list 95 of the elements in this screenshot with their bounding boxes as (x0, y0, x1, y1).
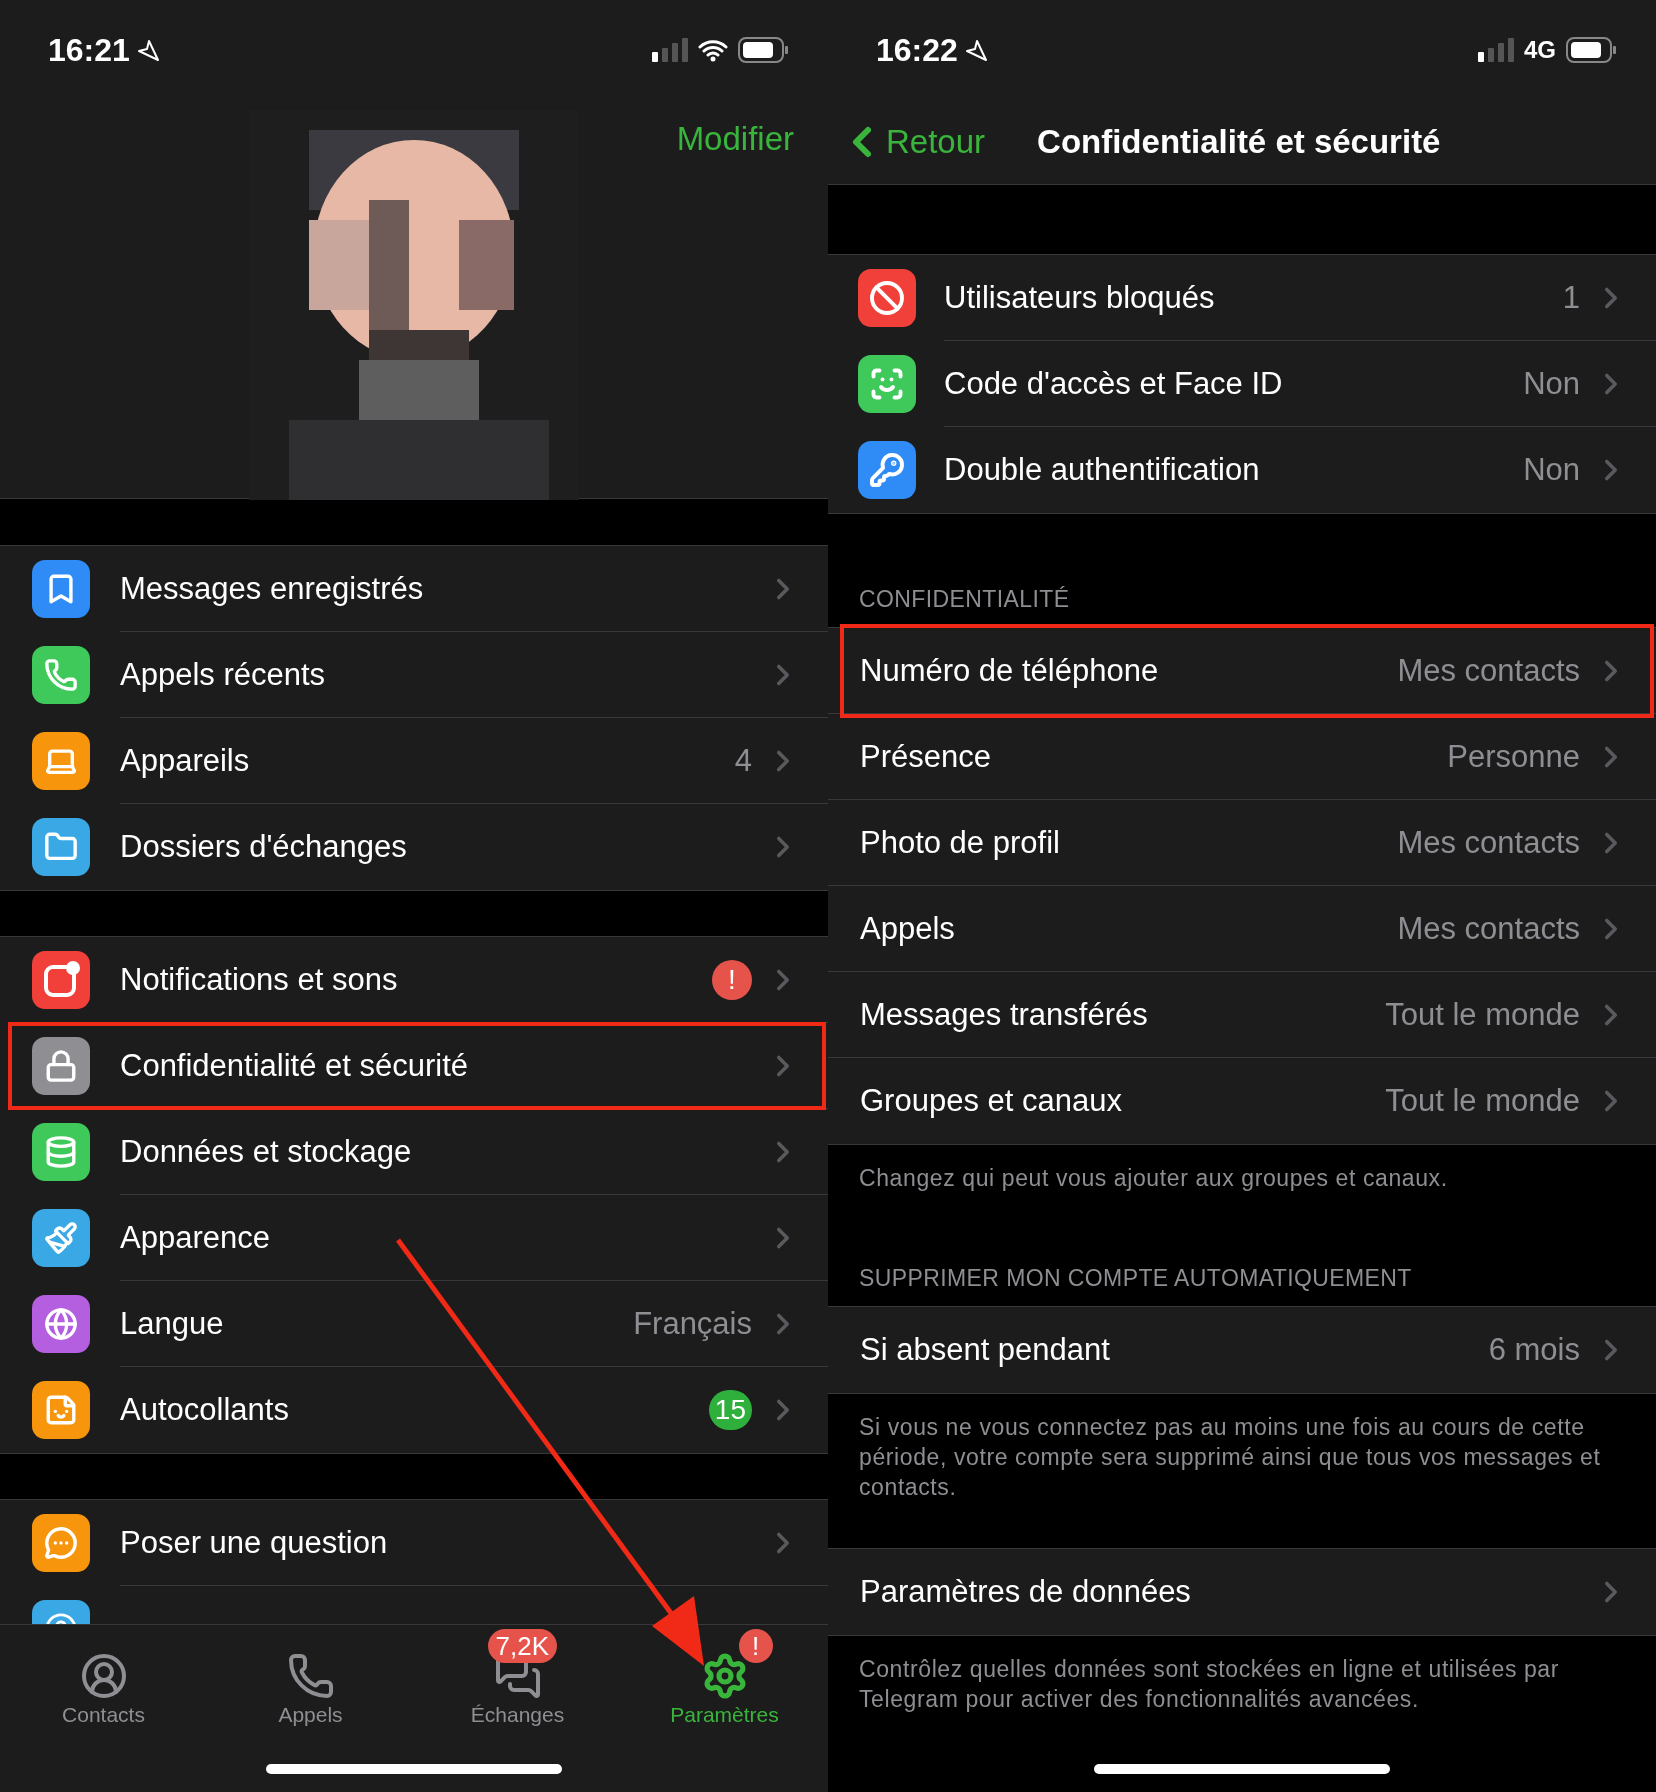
signal-icon (652, 38, 688, 62)
settings-item[interactable]: Utilisateurs bloqués 1 (828, 255, 1656, 341)
edit-button[interactable]: Modifier (676, 120, 794, 158)
person-icon (79, 1652, 128, 1700)
settings-item[interactable]: Messages transférés Tout le monde (828, 972, 1656, 1058)
item-value: Personne (1447, 738, 1580, 775)
item-value: 6 mois (1488, 1332, 1580, 1368)
item-value: Tout le monde (1385, 996, 1580, 1033)
settings-item[interactable]: Apparence (0, 1195, 828, 1281)
item-label: Paramètres de données (860, 1574, 1192, 1610)
item-label: Utilisateurs bloqués (944, 279, 1216, 316)
item-value: Non (1523, 452, 1580, 488)
item-label: Apparence (120, 1219, 271, 1256)
item-label: Si absent pendant (860, 1332, 1111, 1368)
settings-item[interactable]: Appareils 4 (0, 718, 828, 804)
item-label: Données et stockage (120, 1133, 413, 1170)
section-header: SUPPRIMER MON COMPTE AUTOMATIQUEMENT (858, 1264, 1413, 1293)
item-label: Langue (120, 1305, 225, 1342)
item-label: Messages enregistrés (120, 570, 425, 607)
item-label: Appareils (120, 742, 251, 779)
status-time: 16:21 (48, 31, 160, 69)
item-value: Tout le monde (1385, 1083, 1580, 1119)
settings-item[interactable]: Notifications et sons ! (0, 937, 828, 1023)
location-icon (963, 38, 988, 62)
settings-item[interactable]: Poser une question (0, 1500, 828, 1586)
settings-item[interactable]: Dossiers d'échanges (0, 804, 828, 890)
item-label: Présence (860, 738, 992, 775)
battery-icon (1566, 37, 1616, 63)
screen-title: Confidentialité et sécurité (1037, 123, 1441, 161)
item-label: Notifications et sons (120, 961, 399, 998)
settings-item[interactable]: Confidentialité et sécurité (0, 1023, 828, 1109)
tab-item[interactable]: Contacts (0, 1625, 207, 1727)
settings-item[interactable]: Paramètres de données (828, 1549, 1656, 1635)
settings-item[interactable]: Photo de profil Mes contacts (828, 800, 1656, 886)
tab-badge: 7,2K (487, 1629, 557, 1663)
settings-item[interactable]: Appels récents (0, 632, 828, 718)
database-icon (44, 1135, 78, 1169)
settings-item[interactable]: Messages enregistrés (0, 546, 828, 632)
key-icon (869, 452, 905, 488)
notification-icon (42, 961, 80, 999)
section-header: CONFIDENTIALITÉ (858, 585, 1071, 614)
tab-item[interactable]: Appels (207, 1625, 414, 1727)
block-icon (869, 280, 905, 316)
phone-icon (44, 658, 78, 692)
section-footer: Si vous ne vous connectez pas au moins une fois au cours de cette période, votre compte sera supprimé ainsi que tous vos messages et contacts. (828, 1394, 1656, 1502)
sticker-icon (44, 1393, 78, 1427)
settings-item[interactable]: Double authentification Non (828, 427, 1656, 513)
wifi-icon (698, 38, 728, 62)
item-label: Groupes et canaux (860, 1083, 1123, 1119)
item-label: Appels récents (120, 656, 327, 693)
item-label: Poser une question (120, 1524, 389, 1561)
globe-icon (44, 1307, 78, 1341)
item-label: Numéro de téléphone (860, 652, 1160, 689)
brush-icon (44, 1221, 78, 1255)
item-label: Messages transférés (860, 996, 1149, 1033)
tab-item[interactable]: ! Paramètres (621, 1625, 828, 1727)
item-value: Non (1523, 365, 1580, 402)
status-time: 16:22 (876, 31, 988, 69)
phone-icon (286, 1652, 335, 1700)
tab-badge: ! (738, 1629, 773, 1663)
battery-icon (738, 37, 788, 63)
face-scan-icon (869, 366, 905, 402)
chat-bubble-icon (44, 1526, 78, 1560)
item-value: 1 (1562, 279, 1580, 316)
settings-item[interactable]: Autocollants 15 (0, 1367, 828, 1453)
location-icon (135, 38, 160, 62)
item-value: Mes contacts (1397, 652, 1580, 689)
settings-item[interactable]: Code d'accès et Face ID Non (828, 341, 1656, 427)
settings-item[interactable]: Présence Personne (828, 714, 1656, 800)
settings-item[interactable]: Appels Mes contacts (828, 886, 1656, 972)
settings-item[interactable]: Données et stockage (0, 1109, 828, 1195)
settings-item[interactable]: Si absent pendant 6 mois (828, 1307, 1656, 1393)
item-value: Français (633, 1305, 752, 1342)
item-label: Code d'accès et Face ID (944, 365, 1284, 402)
count-badge: ! (712, 959, 752, 1000)
section-footer: Changez qui peut vous ajouter aux groupes et canaux. (828, 1145, 1656, 1193)
item-label: Appels (860, 910, 956, 947)
count-badge: 15 (708, 1390, 752, 1430)
item-label: Photo de profil (860, 824, 1061, 861)
item-label: Autocollants (120, 1392, 290, 1428)
settings-item[interactable]: Langue Français (0, 1281, 828, 1367)
tab-item[interactable]: 7,2K Échanges (414, 1625, 621, 1727)
item-label: Double authentification (944, 452, 1261, 488)
item-value: 4 (734, 742, 752, 779)
lock-icon (44, 1049, 78, 1083)
section-footer: Contrôlez quelles données sont stockées en ligne et utilisées par Telegram pour activer des fonctionnalités avancées. (828, 1636, 1656, 1714)
settings-item[interactable]: Numéro de téléphone Mes contacts (828, 628, 1656, 714)
item-value: Mes contacts (1397, 824, 1580, 861)
signal-icon (1478, 38, 1514, 62)
item-label: Dossiers d'échanges (120, 829, 408, 865)
network-type: 4G (1524, 36, 1556, 64)
item-value: Mes contacts (1397, 910, 1580, 947)
item-label: Confidentialité et sécurité (120, 1047, 470, 1084)
back-button[interactable]: Retour (828, 118, 986, 166)
settings-item[interactable]: Groupes et canaux Tout le monde (828, 1058, 1656, 1144)
